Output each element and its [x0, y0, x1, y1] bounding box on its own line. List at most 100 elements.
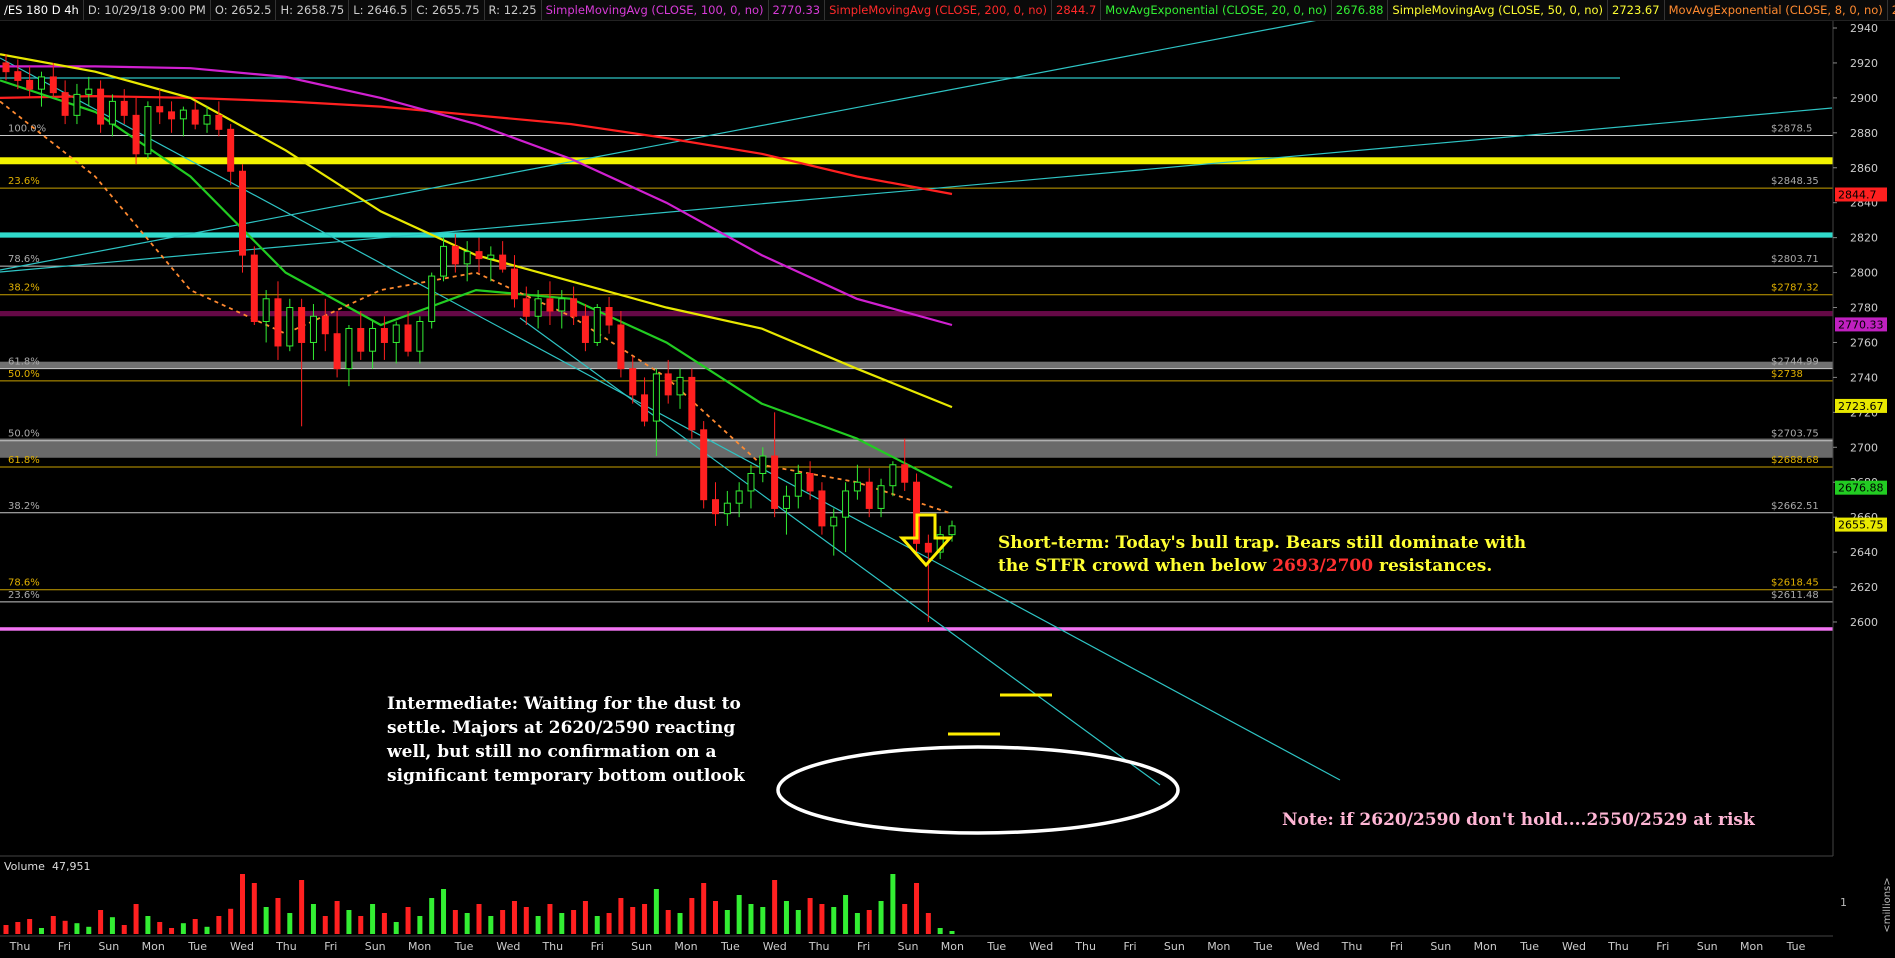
fib-right-label: $2618.45 — [1771, 578, 1819, 589]
study-5[interactable]: MovAvgExponential (CLOSE, 8, 0, no) — [1665, 0, 1888, 20]
volume-bar — [866, 910, 872, 934]
fib-right-label: $2878.5 — [1771, 123, 1812, 134]
volume-bar — [263, 907, 269, 934]
volume-bar — [27, 919, 33, 934]
candle-body — [132, 114, 140, 155]
volume-bar — [251, 883, 257, 934]
date-label: D: 10/29/18 9:00 PM — [84, 0, 211, 20]
study-list[interactable]: SimpleMovingAvg (CLOSE, 100, 0, no) 2770.… — [542, 0, 1895, 20]
candle-body — [309, 315, 317, 343]
volume-bar — [630, 907, 636, 934]
price-tick: 2800 — [1850, 267, 1878, 280]
close-value: C: 2655.75 — [412, 0, 485, 20]
fib-right-label: $2688.68 — [1771, 455, 1819, 466]
volume-bar — [441, 889, 447, 934]
fib-right-label: $2662.51 — [1771, 501, 1819, 512]
candle-body — [239, 170, 246, 256]
volume-bar — [15, 922, 21, 934]
candle-body — [286, 307, 294, 347]
candle-body — [534, 298, 542, 317]
volume-axis-tick: 1 — [1840, 896, 1847, 909]
candle-body — [321, 315, 329, 335]
candle-body — [156, 106, 164, 113]
volume-bar — [642, 904, 648, 934]
time-tick: Thu — [541, 940, 563, 953]
volume-bar — [724, 910, 730, 934]
candle-body — [652, 373, 660, 422]
study-header-bar: /ES 180 D 4h D: 10/29/18 9:00 PM O: 2652.5… — [0, 0, 1895, 21]
candle-body — [250, 254, 258, 322]
volume-bar — [878, 901, 884, 934]
volume-bar — [370, 904, 376, 934]
candle-body — [605, 307, 613, 326]
price-badge-label: 2676.88 — [1838, 482, 1884, 495]
fib-left-label: 38.2% — [8, 283, 40, 294]
fib-right-label: $2611.48 — [1771, 590, 1819, 601]
price-tick: 2600 — [1850, 616, 1878, 629]
volume-bar — [618, 898, 624, 934]
volume-bar — [346, 910, 352, 934]
study-2[interactable]: SimpleMovingAvg (CLOSE, 200, 0, no) — [825, 0, 1053, 20]
candle-body — [853, 481, 861, 492]
candle-body — [274, 298, 282, 347]
fib-right-label: $2744.99 — [1771, 357, 1819, 368]
price-badge-label: 2844.7 — [1838, 188, 1877, 201]
price-zone — [0, 627, 1833, 631]
study-4[interactable]: SimpleMovingAvg (CLOSE, 50, 0, no) — [1388, 0, 1608, 20]
time-tick: Thu — [275, 940, 297, 953]
candle-body — [877, 485, 885, 509]
fib-left-label: 61.8% — [8, 455, 40, 466]
volume-bar — [902, 904, 908, 934]
candle-body — [771, 455, 779, 509]
fib-left-label: 38.2% — [8, 501, 40, 512]
fib-left-label: 50.0% — [8, 429, 40, 440]
candle-body — [345, 327, 353, 370]
volume-bar — [180, 923, 186, 934]
candle-body — [712, 499, 719, 515]
time-tick: Mon — [408, 940, 431, 953]
time-tick: Sun — [898, 940, 919, 953]
volume-bar — [795, 910, 801, 934]
price-badge-label: 2655.75 — [1838, 519, 1884, 532]
low-value: L: 2646.5 — [349, 0, 413, 20]
volume-bar — [452, 910, 458, 934]
volume-bar — [393, 922, 399, 934]
study-value-3: 2676.88 — [1332, 0, 1389, 20]
risk-note: Note: if 2620/2590 don't hold....2550/25… — [1282, 810, 1755, 830]
volume-bar — [240, 874, 245, 934]
candle-body — [581, 315, 589, 343]
candle-body — [782, 495, 790, 509]
time-tick: Tue — [1786, 940, 1806, 953]
study-value-1: 2770.33 — [769, 0, 826, 20]
candle-body — [901, 464, 909, 483]
volume-bar — [228, 908, 234, 934]
volume-bar — [62, 920, 68, 934]
volume-bar — [783, 901, 789, 934]
volume-bar — [192, 919, 198, 934]
time-tick: Wed — [1562, 940, 1586, 953]
time-tick: Mon — [1474, 940, 1497, 953]
candle-body — [428, 275, 436, 322]
price-tick: 2900 — [1850, 92, 1878, 105]
volume-bar — [86, 926, 92, 934]
study-1[interactable]: SimpleMovingAvg (CLOSE, 100, 0, no) — [542, 0, 769, 20]
candle-body — [404, 324, 412, 352]
candle-body — [380, 327, 388, 343]
study-3[interactable]: MovAvgExponential (CLOSE, 20, 0, no) — [1101, 0, 1332, 20]
symbol-label[interactable]: /ES 180 D 4h — [0, 0, 84, 20]
candle-body — [747, 472, 755, 492]
volume-bar — [74, 923, 80, 934]
time-tick: Sun — [1430, 940, 1451, 953]
price-tick: 2940 — [1850, 22, 1878, 35]
volume-bar — [476, 904, 482, 934]
time-tick: Fri — [1656, 940, 1669, 953]
volume-bar — [511, 901, 517, 934]
time-tick: Fri — [857, 940, 870, 953]
time-tick: Fri — [324, 940, 337, 953]
volume-bar — [121, 925, 127, 934]
price-tick: 2740 — [1850, 371, 1878, 384]
volume-bar — [653, 889, 659, 934]
time-tick: Fri — [1123, 940, 1136, 953]
time-tick: Tue — [1519, 940, 1539, 953]
volume-bar — [819, 904, 825, 934]
